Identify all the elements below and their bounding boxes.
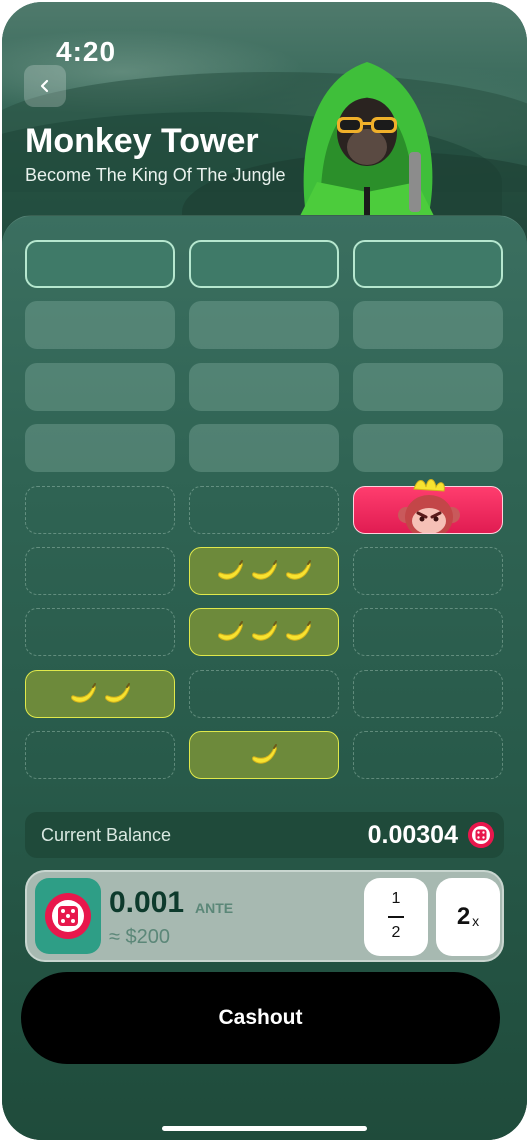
hero-banner: 4:20 Monkey Tower Become The King Of The…: [2, 2, 527, 272]
tower-tile: [189, 362, 339, 411]
tower-tile-monkey: [353, 478, 503, 534]
tower-tile: [25, 485, 175, 534]
bet-usd-value: ≈ $200: [109, 926, 171, 948]
balance-value: 0.00304: [367, 821, 458, 849]
half-denominator: 2: [391, 924, 401, 941]
tower-tile: [353, 608, 503, 657]
half-numerator: 1: [391, 890, 401, 907]
tower-tile: [189, 301, 339, 350]
tower-tile: [25, 424, 175, 473]
banana-icon: [71, 682, 96, 703]
bet-panel: 0.001 ANTE ≈ $200 1 2 2 x: [25, 870, 504, 962]
tower-tile: [189, 424, 339, 473]
double-suffix: x: [472, 913, 480, 929]
bet-currency-label: ANTE: [195, 900, 234, 916]
tower-tile: [25, 301, 175, 350]
cashout-button[interactable]: Cashout: [21, 972, 500, 1064]
tower-tile[interactable]: [353, 240, 503, 288]
dice-coin-icon: [468, 822, 494, 848]
page-subtitle: Become The King Of The Jungle: [25, 165, 286, 185]
back-button[interactable]: [24, 65, 66, 107]
tower-tile[interactable]: [189, 240, 339, 288]
banana-icon: [286, 560, 311, 580]
current-balance-bar: Current Balance 0.00304: [25, 812, 504, 858]
banana-icon: [218, 560, 243, 580]
tower-tile: [353, 301, 503, 350]
banana-icon: [218, 621, 243, 642]
tower-tile: [353, 669, 503, 718]
banana-icon: [105, 682, 130, 703]
home-indicator: [162, 1126, 367, 1131]
double-value: 2: [456, 903, 471, 930]
tower-tile: [353, 362, 503, 411]
phone-screen: 4:20 Monkey Tower Become The King Of The…: [2, 2, 527, 1140]
dice-coin-icon: [45, 893, 91, 939]
double-bet-button[interactable]: 2 x: [436, 878, 500, 956]
monkey-mascot-image: [297, 62, 437, 222]
banana-icon: [286, 621, 311, 642]
balance-label: Current Balance: [41, 825, 172, 845]
cashout-label: Cashout: [218, 1006, 303, 1029]
banana-icon: [252, 621, 277, 642]
half-bet-button[interactable]: 1 2: [364, 878, 428, 956]
tower-tile: [353, 424, 503, 473]
status-time: 4:20: [56, 36, 117, 67]
tower-tile-bananas: [189, 547, 339, 595]
angry-monkey-icon: [398, 478, 460, 533]
tower-tile-bananas: [189, 608, 339, 657]
tower-tile: [189, 669, 339, 718]
tower-tile-bananas: [25, 669, 175, 718]
tower-tile: [189, 485, 339, 534]
fraction-line: [388, 916, 404, 918]
bet-amount[interactable]: 0.001: [109, 886, 184, 920]
tower-tile: [25, 547, 175, 595]
tower-tile[interactable]: [25, 240, 175, 288]
banana-icon: [252, 560, 277, 580]
tower-tile: [25, 608, 175, 657]
currency-selector[interactable]: [35, 878, 101, 954]
banana-icon: [252, 744, 277, 764]
tower-tile: [353, 731, 503, 780]
tower-tile: [25, 362, 175, 411]
tower-tile: [25, 731, 175, 780]
tower-tile: [353, 547, 503, 595]
page-title: Monkey Tower: [25, 122, 259, 160]
chevron-left-icon: [40, 79, 49, 93]
tower-tile-bananas: [189, 731, 339, 780]
